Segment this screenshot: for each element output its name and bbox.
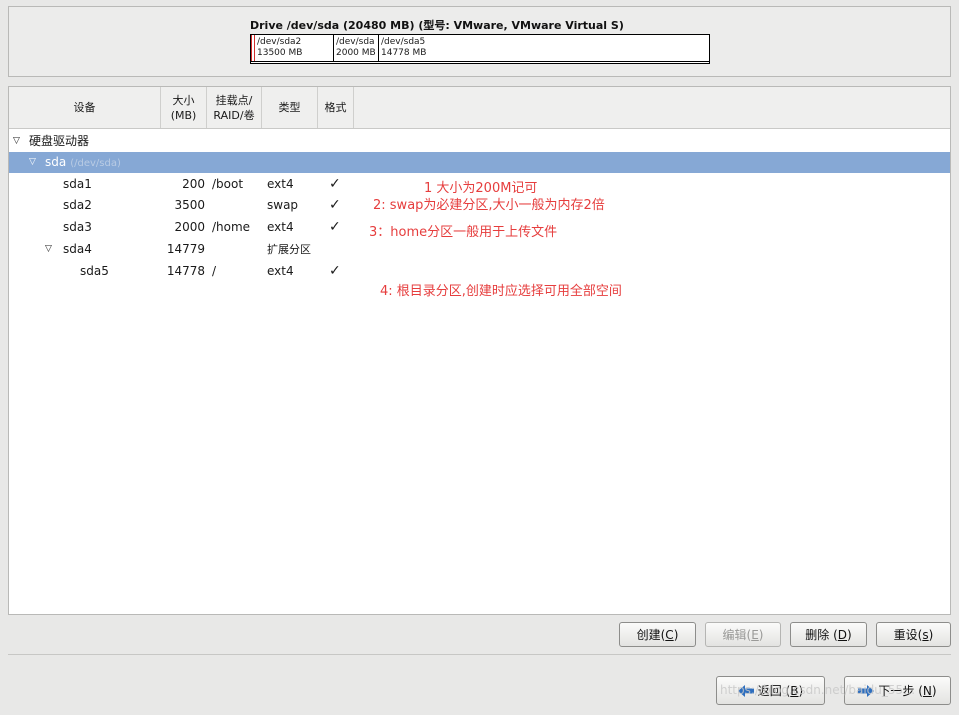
row-mount: / bbox=[212, 264, 217, 278]
edit-button[interactable]: 编辑(E) bbox=[705, 622, 781, 647]
drive-panel: Drive /dev/sda (20480 MB) (型号: VMware, V… bbox=[8, 6, 951, 77]
expander-down-icon[interactable]: ▽ bbox=[45, 239, 52, 260]
checkmark-icon: ✓ bbox=[329, 176, 341, 192]
button-label: 重设( bbox=[893, 628, 923, 642]
button-mnemonic: N bbox=[922, 683, 932, 698]
partition-segment-sda5[interactable]: /dev/sda5 14778 MB bbox=[379, 35, 709, 61]
checkmark-icon: ✓ bbox=[329, 263, 341, 279]
row-device: sda1 bbox=[63, 177, 92, 191]
row-type: ext4 bbox=[267, 220, 294, 234]
row-device: sda2 bbox=[63, 198, 92, 212]
button-mnemonic: C bbox=[665, 627, 674, 642]
bar-divider bbox=[251, 61, 709, 62]
row-size: 200 bbox=[182, 177, 205, 191]
table-row[interactable]: ▽ sda4 14779 扩展分区 bbox=[9, 239, 950, 260]
reset-button[interactable]: 重设(s) bbox=[876, 622, 951, 647]
table-row[interactable]: sda5 14778 / ext4 ✓ bbox=[9, 261, 950, 282]
disk-path: (/dev/sda) bbox=[70, 158, 121, 169]
row-device: sda3 bbox=[63, 220, 92, 234]
expander-down-icon[interactable]: ▽ bbox=[29, 152, 36, 173]
checkmark-icon: ✓ bbox=[329, 219, 341, 235]
tree-row-disk[interactable]: ▽ sda (/dev/sda) bbox=[9, 152, 950, 173]
segment-name: /dev/sda2 bbox=[257, 37, 302, 47]
button-suffix: ) bbox=[758, 627, 764, 642]
header-mount[interactable]: 挂载点/ RAID/卷 bbox=[207, 87, 262, 128]
segment-name: /dev/sda5 bbox=[381, 37, 426, 47]
row-size: 3500 bbox=[174, 198, 205, 212]
drive-title: Drive /dev/sda (20480 MB) (型号: VMware, V… bbox=[250, 19, 624, 32]
create-button[interactable]: 创建(C) bbox=[619, 622, 696, 647]
disk-name: sda bbox=[45, 155, 67, 169]
header-type[interactable]: 类型 bbox=[262, 87, 318, 128]
row-size: 14779 bbox=[166, 242, 205, 256]
segment-size: 3500 MB bbox=[262, 48, 303, 58]
row-device: sda5 bbox=[80, 264, 109, 278]
button-suffix: ) bbox=[847, 627, 852, 642]
annotation-4: 4: 根目录分区,创建时应选择可用全部空间 bbox=[380, 284, 622, 299]
button-mnemonic: E bbox=[751, 627, 759, 642]
row-mount: /home bbox=[212, 220, 251, 234]
row-type: ext4 bbox=[267, 177, 294, 191]
header-size-label: 大小 (MB) bbox=[170, 93, 197, 122]
row-size: 2000 bbox=[174, 220, 205, 234]
row-type: 扩展分区 bbox=[267, 243, 311, 256]
partition-bar: /dev/sda2 13500 MB /dev/sda 2000 MB /dev… bbox=[250, 34, 710, 64]
partition-tree[interactable]: 设备 大小 (MB) 挂载点/ RAID/卷 类型 格式 ▽ 硬盘驱动器 ▽ s… bbox=[8, 86, 951, 615]
row-device: sda4 bbox=[63, 242, 92, 256]
segment-name: /dev/sda bbox=[336, 37, 375, 47]
header-filler bbox=[354, 87, 950, 128]
annotation-3: 3：home分区一般用于上传文件 bbox=[369, 225, 558, 240]
header-size[interactable]: 大小 (MB) bbox=[161, 87, 207, 128]
segment-size: 2000 MB bbox=[336, 48, 376, 58]
watermark: https://blog.csdn.net/baidu_55… bbox=[720, 683, 916, 697]
button-label: 编辑( bbox=[722, 628, 752, 642]
partition-segment-sda2[interactable]: /dev/sda2 13500 MB bbox=[255, 35, 334, 61]
row-type: swap bbox=[267, 198, 299, 212]
button-suffix: ) bbox=[931, 683, 937, 698]
annotation-2: 2: swap为必建分区,大小一般为内存2倍 bbox=[373, 198, 605, 213]
button-label: 创建( bbox=[636, 628, 666, 642]
header-format[interactable]: 格式 bbox=[318, 87, 354, 128]
segment-size: 14778 MB bbox=[381, 48, 427, 58]
checkmark-icon: ✓ bbox=[329, 197, 341, 213]
delete-button[interactable]: 删除 (D) bbox=[790, 622, 867, 647]
button-label: 删除 ( bbox=[805, 628, 838, 642]
header-mount-label: 挂载点/ RAID/卷 bbox=[213, 93, 255, 122]
expander-down-icon[interactable]: ▽ bbox=[13, 131, 20, 152]
row-type: ext4 bbox=[267, 264, 294, 278]
partition-segment-sda3[interactable]: /dev/sda 2000 MB bbox=[334, 35, 379, 61]
button-suffix: ) bbox=[673, 627, 679, 642]
divider bbox=[8, 654, 951, 655]
row-mount: /boot bbox=[212, 177, 244, 191]
button-suffix: ) bbox=[928, 627, 934, 642]
tree-row-group[interactable]: ▽ 硬盘驱动器 bbox=[9, 131, 950, 152]
row-size: 14778 bbox=[166, 264, 205, 278]
header-device[interactable]: 设备 bbox=[9, 87, 161, 128]
tree-header: 设备 大小 (MB) 挂载点/ RAID/卷 类型 格式 bbox=[9, 87, 950, 129]
button-mnemonic: D bbox=[837, 627, 848, 642]
group-label: 硬盘驱动器 bbox=[29, 134, 90, 148]
